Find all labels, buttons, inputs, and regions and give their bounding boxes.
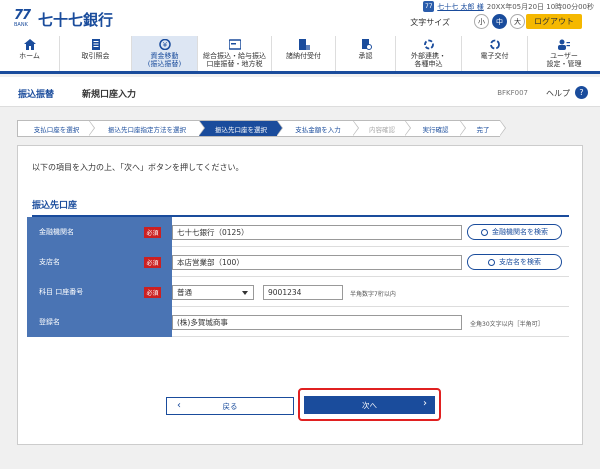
- nav-approval[interactable]: 承認: [336, 36, 396, 71]
- section-title: 振込先口座: [32, 198, 569, 217]
- search-icon: [481, 228, 488, 236]
- user-name-link[interactable]: 七十七 太郎 様: [437, 2, 483, 12]
- global-nav: ホーム 取引照会 ¥ 資金移動 (振込振替) 総合振込・給与振込 口座振替・地方…: [0, 36, 600, 74]
- payee-name-hint: 全角30文字以内［半角可］: [470, 321, 544, 328]
- user-info: 77 七十七 太郎 様 20XX年05月20日 10時00分00秒: [423, 1, 594, 12]
- bank-name: 七十七銀行: [38, 10, 114, 29]
- payee-form: 金融機関名 必須 七十七銀行（0125） 金融機関名を検索 支店名 必須 本店営…: [27, 217, 569, 337]
- user-badge-icon: 77: [423, 1, 435, 12]
- search-icon: [488, 258, 495, 266]
- account-type-value: 普通: [177, 288, 192, 297]
- nav-e-delivery[interactable]: 電子交付: [462, 36, 528, 71]
- chevron-left-icon: ‹: [177, 400, 181, 411]
- bulk-transfer-icon: [228, 39, 241, 50]
- font-size-small-button[interactable]: 小: [474, 14, 489, 29]
- logo-sub: BANK: [14, 22, 28, 28]
- inquiry-icon: [91, 39, 100, 50]
- step-confirm: 内容確認: [353, 120, 411, 137]
- next-label: 次へ: [362, 400, 377, 410]
- nav-bulk-transfer-label: 総合振込・給与振込 口座振替・地方税: [203, 52, 266, 68]
- next-button[interactable]: 次へ ›: [304, 396, 435, 414]
- approval-icon: [361, 39, 372, 50]
- money-transfer-icon: ¥: [158, 39, 171, 50]
- breadcrumb-category: 振込振替: [18, 90, 55, 100]
- search-branch-button[interactable]: 支店名を検索: [467, 254, 562, 270]
- nav-money-transfer[interactable]: ¥ 資金移動 (振込振替): [132, 36, 198, 71]
- required-badge: 必須: [144, 287, 161, 298]
- search-branch-label: 支店名を検索: [499, 258, 541, 266]
- required-badge: 必須: [144, 227, 161, 238]
- logout-button[interactable]: ログアウト: [526, 14, 582, 29]
- page-title: 新規口座入力: [82, 90, 137, 100]
- login-time: 20XX年05月20日 10時00分00秒: [486, 2, 594, 11]
- next-button-highlight: 次へ ›: [298, 388, 441, 421]
- account-number-hint: 半角数字7桁以内: [350, 291, 396, 298]
- step-enter-amount: 支払金額を入力: [277, 120, 359, 137]
- help-link[interactable]: ヘルプ: [546, 88, 570, 99]
- logo-number: 77: [14, 8, 31, 23]
- screen-id: BFKF007: [497, 89, 528, 97]
- step-select-payee-method: 振込先口座指定方法を選択: [89, 120, 205, 137]
- user-settings-icon: [558, 39, 570, 50]
- header: 77 BANK 七十七銀行 77 七十七 太郎 様 20XX年05月20日 10…: [0, 0, 600, 36]
- nav-e-delivery-label: 電子交付: [480, 52, 509, 60]
- step-complete: 完了: [460, 120, 506, 137]
- help-icon[interactable]: ?: [575, 86, 588, 99]
- font-size-medium-button[interactable]: 中: [492, 14, 507, 29]
- step-select-source-account: 支払口座を選択: [17, 120, 95, 137]
- nav-bulk-transfer[interactable]: 総合振込・給与振込 口座振替・地方税: [198, 36, 272, 71]
- nav-payment-label: 諸納付受付: [286, 52, 321, 60]
- font-size-large-button[interactable]: 大: [510, 14, 525, 29]
- search-bank-label: 金融機関名を検索: [492, 228, 548, 236]
- logo-mark: 77 BANK: [14, 8, 34, 30]
- nav-money-transfer-label: 資金移動 (振込振替): [147, 52, 182, 68]
- svg-text:¥: ¥: [162, 41, 167, 49]
- nav-inquiry[interactable]: 取引照会: [60, 36, 132, 71]
- page-title-bar: 振込振替 新規口座入力 BFKF007 ヘルプ ?: [0, 77, 600, 107]
- nav-home[interactable]: ホーム: [0, 36, 60, 71]
- bank-name-input[interactable]: 七十七銀行（0125）: [172, 225, 462, 240]
- nav-home-label: ホーム: [19, 52, 40, 60]
- home-icon: [23, 39, 36, 50]
- bank-logo[interactable]: 77 BANK 七十七銀行: [14, 8, 113, 30]
- account-type-select[interactable]: 普通: [172, 285, 254, 300]
- account-number-input[interactable]: 9001234: [263, 285, 343, 300]
- branch-name-input[interactable]: 本店営業部（100）: [172, 255, 462, 270]
- back-label: 戻る: [222, 401, 238, 411]
- nav-inquiry-label: 取引照会: [81, 52, 110, 60]
- form-row-account: 科目 口座番号 必須 普通 9001234 半角数字7桁以内: [27, 277, 569, 307]
- nav-user-settings-label: ユーザー 設定・管理: [546, 52, 582, 68]
- nav-user-settings[interactable]: ユーザー 設定・管理: [528, 36, 600, 71]
- instruction-text: 以下の項目を入力の上、「次へ」ボタンを押してください。: [32, 163, 244, 172]
- font-size-label: 文字サイズ: [410, 18, 450, 27]
- chevron-right-icon: ›: [423, 398, 427, 409]
- nav-external-link-label: 外部連携・ 各種申込: [411, 52, 446, 68]
- nav-external-link[interactable]: 外部連携・ 各種申込: [396, 36, 462, 71]
- required-badge: 必須: [144, 257, 161, 268]
- form-row-bank: 金融機関名 必須 七十七銀行（0125） 金融機関名を検索: [27, 217, 569, 247]
- main-panel: 以下の項目を入力の上、「次へ」ボタンを押してください。 振込先口座 金融機関名 …: [17, 145, 583, 445]
- search-bank-button[interactable]: 金融機関名を検索: [467, 224, 562, 240]
- back-button[interactable]: ‹ 戻る: [166, 397, 294, 415]
- payee-name-input[interactable]: (株)多賀城商事: [172, 315, 462, 330]
- step-select-payee-account: 振込先口座を選択: [199, 120, 283, 137]
- progress-steps: 支払口座を選択 振込先口座指定方法を選択 振込先口座を選択 支払金額を入力 内容…: [17, 120, 506, 137]
- e-delivery-icon: [489, 39, 500, 50]
- nav-payment[interactable]: 諸納付受付: [272, 36, 336, 71]
- form-row-payee: 登録名 (株)多賀城商事 全角30文字以内［半角可］: [27, 307, 569, 337]
- form-row-branch: 支店名 必須 本店営業部（100） 支店名を検索: [27, 247, 569, 277]
- payment-icon: [298, 39, 310, 50]
- nav-approval-label: 承認: [358, 52, 373, 60]
- link-icon: [423, 39, 434, 50]
- chevron-down-icon: [242, 291, 248, 295]
- step-execute-confirm: 実行確認: [405, 120, 466, 137]
- payee-label: 登録名: [27, 307, 172, 337]
